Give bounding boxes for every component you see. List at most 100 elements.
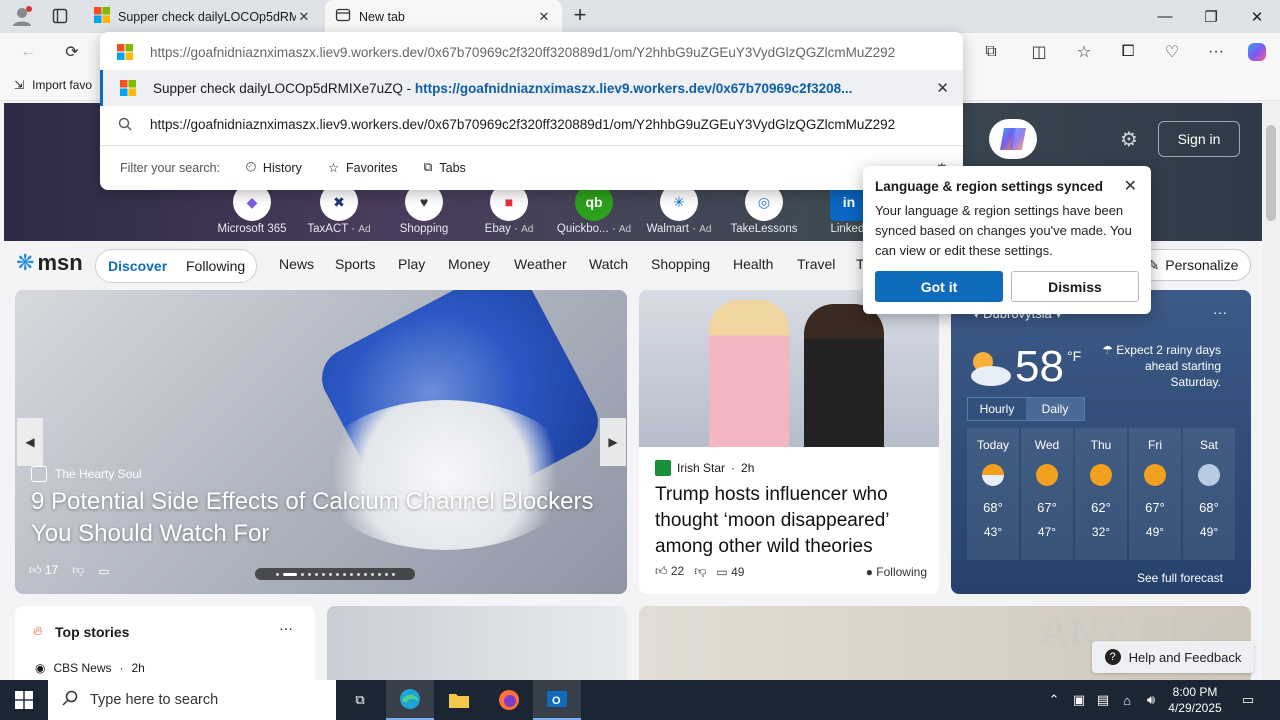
story-image-card[interactable]: [327, 606, 627, 680]
quicklink-tile[interactable]: ◆ Microsoft 365: [212, 183, 292, 235]
outlook-icon[interactable]: O: [533, 680, 581, 720]
forecast-day[interactable]: Today 68° 43°: [967, 428, 1019, 560]
nav-shopping[interactable]: Shopping: [651, 256, 710, 272]
task-view-icon[interactable]: ⧉: [336, 680, 384, 720]
favorites-star-icon[interactable]: ☆: [1070, 39, 1098, 65]
search-suggestion-row[interactable]: https://goafnidniaznximaszx.liev9.worker…: [100, 106, 963, 142]
tab-supper-check[interactable]: Supper check dailyLOCOp5dRMI ✕: [84, 0, 322, 33]
featured-story-card[interactable]: ◀ ▶ The Hearty Soul 9 Potential Side Eff…: [15, 290, 627, 594]
firefox-icon[interactable]: [485, 680, 533, 720]
tab-discover[interactable]: Discover: [108, 258, 167, 274]
tab-daily[interactable]: Daily: [1026, 398, 1084, 420]
help-feedback-button[interactable]: ? Help and Feedback: [1092, 641, 1254, 673]
like-button[interactable]: 👍︎ 22: [655, 564, 684, 579]
close-tab-icon[interactable]: ✕: [536, 9, 552, 25]
close-popover-icon[interactable]: ✕: [1124, 176, 1137, 196]
dislike-icon[interactable]: 👎︎: [72, 563, 84, 578]
weather-alert[interactable]: ☂ Expect 2 rainy days ahead starting Sat…: [1096, 342, 1221, 390]
back-arrow-icon[interactable]: ←: [14, 39, 42, 65]
nav-health[interactable]: Health: [733, 256, 773, 272]
tab-following[interactable]: Following: [186, 258, 245, 274]
refresh-icon[interactable]: ⟳: [58, 39, 86, 65]
browser-essentials-icon[interactable]: ♡: [1158, 39, 1186, 65]
following-badge[interactable]: ● Following: [866, 565, 927, 579]
import-icon: ⇲: [14, 78, 25, 92]
weather-card[interactable]: ▾ Dubrovytsia ▾ ··· 58 °F ☂ Expect 2 rai…: [951, 290, 1251, 594]
filter-tabs[interactable]: ⧉ Tabs: [423, 160, 465, 175]
tab-actions-icon[interactable]: [46, 4, 74, 28]
story-headline[interactable]: Trump hosts influencer who thought ‘moon…: [655, 482, 930, 560]
forecast-day[interactable]: Sat 68° 49°: [1183, 428, 1235, 560]
carousel-indicator[interactable]: [255, 568, 415, 580]
system-clock[interactable]: 8:00 PM 4/29/2025: [1166, 684, 1224, 716]
quicklink-tile[interactable]: ✖ TaxACT · Ad: [299, 183, 379, 235]
nav-news[interactable]: News: [279, 256, 314, 272]
nav-travel[interactable]: Travel: [797, 256, 835, 272]
like-button[interactable]: 👍︎ 17: [29, 563, 58, 578]
nav-sports[interactable]: Sports: [335, 256, 375, 272]
file-explorer-icon[interactable]: [435, 680, 483, 720]
news-story-card[interactable]: Irish Star · 2h Trump hosts influencer w…: [639, 290, 939, 594]
split-screen-icon[interactable]: ◫: [1025, 39, 1053, 65]
taskbar-search-input[interactable]: Type here to search: [48, 680, 336, 720]
microsoft-logo-icon: [100, 44, 150, 60]
current-temperature: 58: [1015, 342, 1064, 391]
got-it-button[interactable]: Got it: [875, 271, 1003, 302]
copilot-icon[interactable]: [1243, 39, 1271, 65]
tab-hourly[interactable]: Hourly: [968, 398, 1026, 420]
suggestion-row[interactable]: Supper check dailyLOCOp5dRMIXe7uZQ - htt…: [100, 70, 963, 106]
edge-browser-icon[interactable]: [386, 680, 434, 720]
page-scrollbar[interactable]: [1262, 101, 1280, 680]
page-settings-gear-icon[interactable]: ⚙: [1120, 127, 1138, 152]
quicklink-tile[interactable]: ◎ TakeLessons: [724, 183, 804, 235]
forecast-day[interactable]: Wed 67° 47°: [1021, 428, 1073, 560]
profile-avatar-icon[interactable]: [8, 4, 36, 28]
tab-new-tab[interactable]: New tab ✕: [325, 0, 562, 33]
quicklink-tile[interactable]: ■ Ebay · Ad: [469, 183, 549, 235]
carousel-prev-icon[interactable]: ◀: [17, 418, 43, 466]
more-options-icon[interactable]: ···: [279, 620, 293, 636]
volume-icon[interactable]: 🔊︎: [1140, 680, 1162, 720]
extensions-icon[interactable]: ⧉: [977, 39, 1005, 65]
restore-icon[interactable]: ❐: [1188, 0, 1234, 33]
nav-watch[interactable]: Watch: [589, 256, 628, 272]
quicklink-tile[interactable]: ✳ Walmart · Ad: [639, 183, 719, 235]
nav-play[interactable]: Play: [398, 256, 425, 272]
network-icon[interactable]: ⌂: [1116, 680, 1138, 720]
story-headline[interactable]: 9 Potential Side Effects of Calcium Chan…: [31, 486, 621, 550]
more-menu-icon[interactable]: ···: [1202, 39, 1230, 65]
comment-button[interactable]: ▭ 49: [716, 565, 744, 579]
sign-in-button[interactable]: Sign in: [1158, 121, 1240, 157]
close-tab-icon[interactable]: ✕: [296, 9, 312, 25]
weather-more-icon[interactable]: ···: [1213, 304, 1227, 320]
new-tab-button[interactable]: +: [568, 4, 592, 28]
start-button[interactable]: [0, 680, 48, 720]
nav-weather[interactable]: Weather: [514, 256, 567, 272]
remove-suggestion-icon[interactable]: ✕: [936, 79, 949, 97]
quicklink-tile[interactable]: ♥ Shopping: [384, 183, 464, 235]
address-input[interactable]: https://goafnidniaznximaszx.liev9.worker…: [100, 34, 963, 70]
msn-logo[interactable]: ❋ msn: [16, 250, 83, 276]
scrollbar-thumb[interactable]: [1266, 125, 1276, 221]
device-icon[interactable]: ▤: [1092, 680, 1114, 720]
carousel-next-icon[interactable]: ▶: [600, 418, 626, 466]
comment-icon[interactable]: ▭: [98, 564, 109, 578]
see-full-forecast-link[interactable]: See full forecast: [1137, 571, 1223, 585]
minimize-icon[interactable]: —: [1142, 0, 1188, 33]
nav-money[interactable]: Money: [448, 256, 490, 272]
personalize-button[interactable]: ✎ Personalize: [1135, 249, 1251, 281]
filter-favorites[interactable]: ☆ Favorites: [328, 160, 398, 176]
outlook-tray-icon[interactable]: ▣: [1068, 680, 1090, 720]
filter-history[interactable]: 🕘︎ History: [246, 160, 302, 175]
forecast-day[interactable]: Thu 62° 32°: [1075, 428, 1127, 560]
notifications-icon[interactable]: ▭: [1234, 680, 1262, 720]
forecast-day[interactable]: Fri 67° 49°: [1129, 428, 1181, 560]
collections-icon[interactable]: ⧠: [1114, 39, 1142, 65]
dislike-icon[interactable]: 👎︎: [694, 564, 706, 579]
quicklink-tile[interactable]: qb Quickbo... · Ad: [554, 183, 634, 235]
show-hidden-icons-chevron-icon[interactable]: ⌃: [1044, 680, 1064, 720]
copilot-search-button[interactable]: [989, 119, 1037, 159]
dismiss-button[interactable]: Dismiss: [1011, 271, 1139, 302]
close-window-icon[interactable]: ✕: [1234, 0, 1280, 33]
import-favorites-link[interactable]: ⇲ Import favo: [14, 78, 92, 92]
